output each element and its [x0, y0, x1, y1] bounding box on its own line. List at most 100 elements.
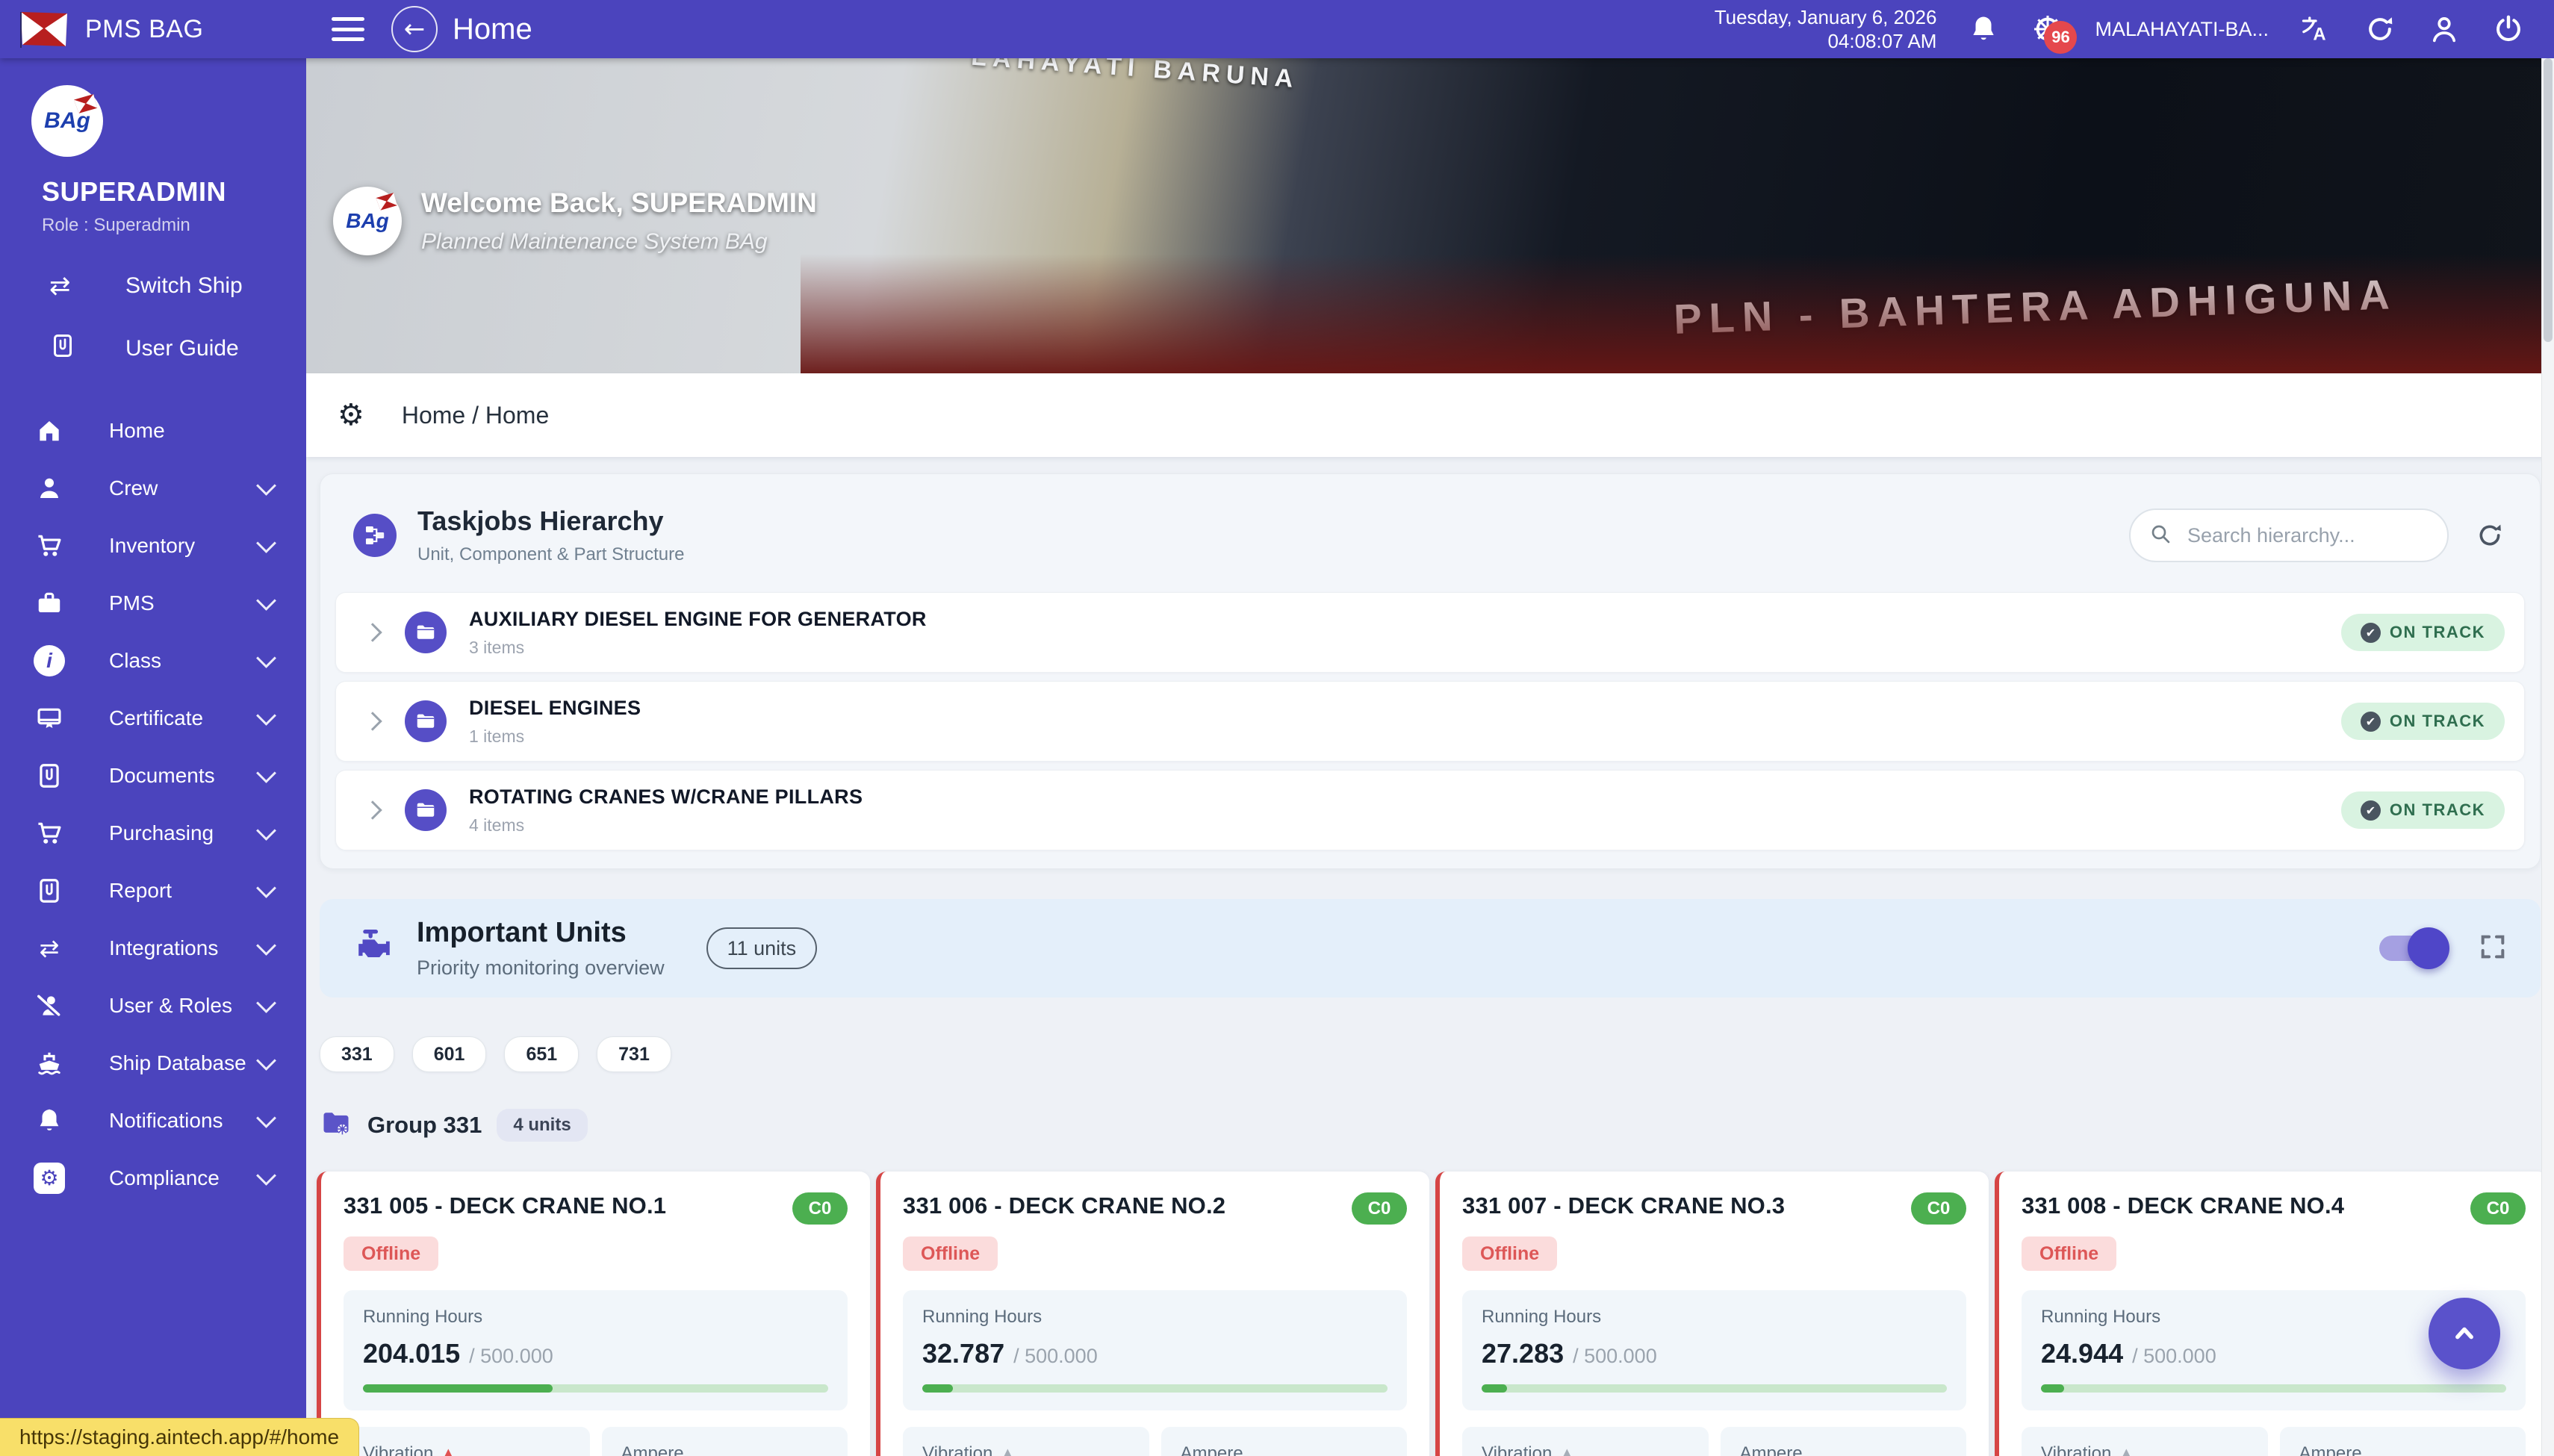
search-icon	[2148, 522, 2172, 550]
user-icon	[33, 474, 66, 503]
scrollbar-thumb[interactable]	[2544, 58, 2553, 342]
group-tab-731[interactable]: 731	[597, 1036, 671, 1072]
profile-icon[interactable]	[2427, 12, 2461, 46]
chevron-down-icon	[256, 706, 276, 726]
settings-icon: ⚙	[33, 1163, 66, 1194]
unit-card[interactable]: 331 007 - DECK CRANE NO.3 C0 Offline Run…	[1435, 1172, 1989, 1456]
sidebar: BAg SUPERADMIN Role : Superadmin ⇄ Switc…	[0, 58, 306, 1456]
refresh-icon[interactable]	[2363, 12, 2397, 46]
condition-badge: C0	[1352, 1192, 1407, 1225]
company-flag-logo	[19, 10, 69, 48]
sidebar-item-documents[interactable]: Documents	[0, 747, 306, 804]
check-icon: ✔	[2361, 623, 2381, 643]
sidebar-item-notifications[interactable]: Notifications	[0, 1092, 306, 1149]
scroll-to-top-button[interactable]	[2429, 1298, 2500, 1369]
running-hours-panel: Running Hours 32.787 / 500.000	[903, 1290, 1407, 1410]
sidebar-item-ship-database[interactable]: Ship Database	[0, 1034, 306, 1092]
sidebar-item-certificate[interactable]: Certificate	[0, 689, 306, 747]
running-hours-progress	[1482, 1384, 1947, 1393]
page-scrollbar[interactable]	[2541, 58, 2554, 1456]
user-guide-button[interactable]: User Guide	[0, 321, 306, 376]
offline-badge: Offline	[1462, 1236, 1557, 1271]
user-slash-icon	[33, 992, 66, 1020]
chevron-down-icon	[256, 763, 276, 783]
monitoring-toggle[interactable]	[2379, 936, 2443, 961]
folder-icon	[405, 789, 447, 831]
vibration-panel: Vibration▲ N/A	[1462, 1427, 1709, 1456]
sidebar-item-home[interactable]: Home	[0, 402, 306, 459]
hierarchy-refresh-button[interactable]	[2468, 514, 2511, 557]
group-tab-601[interactable]: 601	[412, 1036, 487, 1072]
sidebar-nav: Home Crew Inventory PMS i Class Certific…	[0, 402, 306, 1207]
welcome-banner: LAHAYATI BARUNA PLN - BAHTERA ADHIGUNA B…	[306, 58, 2554, 373]
sidebar-item-crew[interactable]: Crew	[0, 459, 306, 517]
sidebar-item-class[interactable]: i Class	[0, 632, 306, 689]
offline-badge: Offline	[344, 1236, 438, 1271]
certificate-icon	[33, 704, 66, 732]
ampere-panel: Ampere 0 A	[1161, 1427, 1408, 1456]
brand-zone: PMS BAG	[0, 10, 306, 48]
back-button[interactable]: ←	[391, 6, 438, 52]
warning-icon: ▲	[2120, 1446, 2132, 1456]
sidebar-item-user-roles[interactable]: User & Roles	[0, 977, 306, 1034]
ship-wheel-icon[interactable]: 96	[2031, 12, 2065, 46]
gear-icon[interactable]: ⚙	[338, 398, 364, 432]
sidebar-item-compliance[interactable]: ⚙ Compliance	[0, 1149, 306, 1207]
swap-arrows-icon: ⇄	[33, 934, 66, 962]
group-tab-331[interactable]: 331	[320, 1036, 394, 1072]
menu-toggle-icon[interactable]	[332, 17, 364, 41]
folder-gear-icon	[320, 1107, 352, 1143]
current-ship-name[interactable]: MALAHAYATI-BA...	[2095, 18, 2269, 41]
running-hours-panel: Running Hours 204.015 / 500.000	[344, 1290, 848, 1410]
sidebar-item-inventory[interactable]: Inventory	[0, 517, 306, 574]
condition-badge: C0	[1911, 1192, 1966, 1225]
power-icon[interactable]	[2491, 12, 2526, 46]
document-icon	[33, 877, 66, 905]
chevron-right-icon[interactable]	[363, 800, 382, 819]
ship-icon	[33, 1049, 66, 1077]
search-input[interactable]	[2186, 523, 2428, 548]
sidebar-user-role: Role : Superadmin	[42, 215, 306, 236]
swap-arrows-icon: ⇄	[49, 271, 94, 301]
top-header-bar: PMS BAG ← Home Tuesday, January 6, 2026 …	[0, 0, 2554, 58]
running-hours-progress	[2041, 1384, 2506, 1393]
switch-ship-button[interactable]: ⇄ Switch Ship	[0, 258, 306, 314]
unit-card[interactable]: 331 006 - DECK CRANE NO.2 C0 Offline Run…	[876, 1172, 1429, 1456]
group-label: Group 331	[367, 1112, 482, 1139]
avatar-flag-icon	[373, 191, 401, 213]
chevron-down-icon	[256, 1108, 276, 1128]
chevron-right-icon[interactable]	[363, 623, 382, 641]
notifications-bell-icon[interactable]	[1966, 12, 2001, 46]
group-tab-651[interactable]: 651	[504, 1036, 579, 1072]
cart-icon	[33, 532, 66, 560]
sidebar-item-integrations[interactable]: ⇄ Integrations	[0, 919, 306, 977]
fullscreen-icon[interactable]	[2478, 932, 2508, 965]
ampere-panel: Ampere 0 A	[2280, 1427, 2526, 1456]
warning-icon: ▲	[1561, 1446, 1573, 1456]
vibration-panel: Vibration▲ N/A	[2022, 1427, 2268, 1456]
hierarchy-row[interactable]: AUXILIARY DIESEL ENGINE FOR GENERATOR 3 …	[335, 592, 2525, 673]
translate-icon[interactable]: A	[2299, 12, 2333, 46]
breadcrumb-bar: ⚙ Home / Home	[306, 373, 2554, 457]
chevron-down-icon	[256, 1051, 276, 1071]
banner-avatar: BAg	[333, 187, 402, 255]
taskjobs-hierarchy-card: Taskjobs Hierarchy Unit, Component & Par…	[320, 473, 2541, 869]
sidebar-item-pms[interactable]: PMS	[0, 574, 306, 632]
important-units-title: Important Units	[417, 917, 665, 949]
chevron-down-icon	[256, 1166, 276, 1186]
unit-card[interactable]: 331 005 - DECK CRANE NO.1 C0 Offline Run…	[317, 1172, 870, 1456]
status-badge: ✔ ON TRACK	[2341, 791, 2505, 829]
warning-icon: ▲	[1001, 1446, 1013, 1456]
hierarchy-row[interactable]: DIESEL ENGINES 1 items ✔ ON TRACK	[335, 681, 2525, 762]
taskjobs-subtitle: Unit, Component & Part Structure	[417, 544, 685, 565]
sidebar-item-purchasing[interactable]: Purchasing	[0, 804, 306, 862]
running-hours-progress	[363, 1384, 828, 1393]
hierarchy-row[interactable]: ROTATING CRANES W/CRANE PILLARS 4 items …	[335, 770, 2525, 850]
check-icon: ✔	[2361, 712, 2381, 732]
ship-photo-hull-text: PLN - BAHTERA ADHIGUNA	[1673, 270, 2397, 343]
home-icon	[33, 417, 66, 445]
important-units-header: Important Units Priority monitoring over…	[320, 899, 2541, 998]
datetime-display: Tuesday, January 6, 2026 04:08:07 AM	[1715, 5, 1937, 53]
chevron-right-icon[interactable]	[363, 712, 382, 730]
sidebar-item-report[interactable]: Report	[0, 862, 306, 919]
